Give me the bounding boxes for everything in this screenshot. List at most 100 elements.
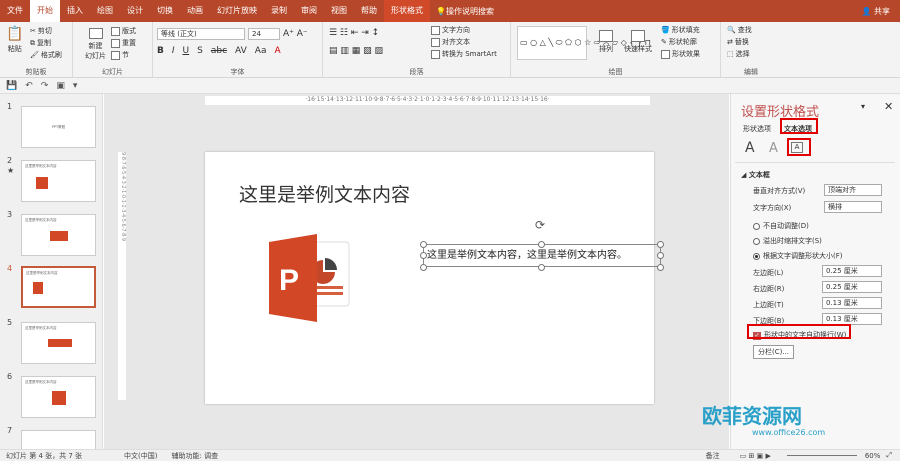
tab-home[interactable]: 开始 [30,0,60,22]
pane-options-icon[interactable]: ▾ [861,102,865,111]
cut-button[interactable]: ✂ 剪切 [30,26,52,36]
copy-button[interactable]: ⧉ 复制 [30,38,51,48]
right-margin-input[interactable]: 0.25 厘米 [822,281,882,293]
radio-shrink[interactable]: 溢出时缩排文字(S) [753,236,822,246]
tab-shape-format[interactable]: 形状格式 [384,0,430,22]
text-direction-button[interactable]: 文字方向 [431,25,470,35]
resize-handle[interactable] [420,252,427,259]
redo-icon[interactable]: ↷ [41,81,49,91]
arrange-button[interactable]: 排列 [599,30,613,54]
smartart-button[interactable]: 转换为 SmartArt [431,49,497,59]
strikethrough-button[interactable]: abc [211,46,227,56]
bold-button[interactable]: B [157,46,164,56]
thumb-number: 7 [7,426,13,435]
customize-qat-icon[interactable]: ▾ [73,81,78,91]
resize-handle[interactable] [420,241,427,248]
shapes-gallery[interactable]: ▭ ○ △ ╲ ⬭ ⬠ ⬡ ☆ ⇨ ⌒ ▱ ◇ { } ⊓ [517,26,651,60]
radio-resize-shape[interactable]: 根据文字调整形状大小(F) [753,251,843,261]
font-color-button[interactable]: A [274,46,280,56]
section-textbox[interactable]: ◢ 文本框 [741,170,770,180]
close-icon[interactable]: ✕ [884,100,893,113]
change-case-button[interactable]: Aa [255,46,267,56]
columns-button[interactable]: 分栏(C)... [753,345,795,359]
tab-shape-options[interactable]: 形状选项 [743,124,771,134]
underline-button[interactable]: U [183,46,190,56]
resize-handle[interactable] [657,252,664,259]
slide[interactable]: 这里是举例文本内容 P 这里是举例文本内容，这里是举例文本内容。 ⟳ [205,152,664,404]
slide-thumbnail[interactable]: 这里是举例文本内容 [21,322,96,364]
undo-icon[interactable]: ↶ [25,81,33,91]
tab-help[interactable]: 帮助 [354,0,384,22]
resize-handle[interactable] [538,264,545,271]
slide-thumbnail[interactable]: 这里是举例文本内容 [21,214,96,256]
tab-draw[interactable]: 绘图 [90,0,120,22]
notes-button[interactable]: 备注 [706,451,720,461]
shape-effects-button[interactable]: 形状效果 [661,49,700,59]
paste-button[interactable]: 📋 粘贴 [6,26,23,54]
shape-outline-label: 形状轮廓 [668,38,697,46]
status-bar: 幻灯片 第 4 张，共 7 张 中文(中国) 辅助功能: 调查 备注 ▭ ⊞ ▣… [0,449,900,461]
resize-handle[interactable] [657,241,664,248]
format-painter-button[interactable]: 🖌 格式刷 [30,50,62,60]
radio-no-autofit[interactable]: 不自动调整(D) [753,221,809,231]
shadow-button[interactable]: S [197,46,203,56]
resize-handle[interactable] [420,264,427,271]
layout-button[interactable]: 版式 [111,26,136,36]
left-margin-input[interactable]: 0.25 厘米 [822,265,882,277]
list-buttons[interactable]: ☰ ☷ ⇤ ⇥ ↕ [329,28,379,38]
align-text-button[interactable]: 对齐文本 [431,37,470,47]
zoom-slider[interactable] [786,455,857,456]
tab-design[interactable]: 设计 [120,0,150,22]
tab-record[interactable]: 录制 [264,0,294,22]
accessibility-status[interactable]: 辅助功能: 调查 [172,451,219,461]
replace-button[interactable]: ⇄ 替换 [727,37,749,47]
font-name-combo[interactable]: 等线 (正文) [157,28,245,40]
tab-slideshow[interactable]: 幻灯片放映 [210,0,264,22]
find-button[interactable]: 🔍 查找 [727,25,752,35]
tab-transitions[interactable]: 切换 [150,0,180,22]
fit-slide-icon[interactable]: ⤢ [886,451,892,460]
slide-thumbnail[interactable] [21,430,96,449]
slide-thumbnail[interactable]: 这里是举例文本内容 [21,160,96,202]
slide-title[interactable]: 这里是举例文本内容 [239,180,410,207]
slide-thumbnail[interactable]: 这里是举例文本内容 [21,376,96,418]
resize-handle[interactable] [657,264,664,271]
text-fill-icon[interactable]: A [745,140,755,156]
zoom-level[interactable]: 60% [865,452,881,460]
font-size-combo[interactable]: 24 [248,28,280,40]
slide-thumbnail-selected[interactable]: 这里是举例文本内容 [21,266,96,308]
tab-review[interactable]: 审阅 [294,0,324,22]
char-spacing-button[interactable]: AV [235,46,247,56]
tab-file[interactable]: 文件 [0,0,30,22]
shape-outline-button[interactable]: ✎ 形状轮廓 [661,37,697,47]
share-button[interactable]: 👤 共享 [861,6,890,17]
align-buttons[interactable]: ▤ ▥ ▦ ▧ ▨ [329,46,383,56]
select-button[interactable]: ⬚ 选择 [727,49,750,59]
section-button[interactable]: 节 [111,50,129,60]
valign-select[interactable]: 顶端对齐 [824,184,882,196]
top-margin-input[interactable]: 0.13 厘米 [822,297,882,309]
smartart-label: 转换为 SmartArt [442,50,497,58]
rotate-handle-icon[interactable]: ⟳ [535,218,545,232]
slide-thumbnail[interactable]: PPT教程 [21,106,96,148]
resize-handle[interactable] [538,241,545,248]
save-icon[interactable]: 💾 [6,81,17,91]
tab-animations[interactable]: 动画 [180,0,210,22]
reset-button[interactable]: 重置 [111,38,136,48]
tab-view[interactable]: 视图 [324,0,354,22]
start-from-beginning-icon[interactable]: ▣ [56,81,65,91]
view-buttons[interactable]: ▭ ⊞ ▣ ▶ [740,452,771,460]
language-status[interactable]: 中文(中国) [124,451,157,461]
tab-insert[interactable]: 插入 [60,0,90,22]
shape-fill-button[interactable]: 🪣 形状填充 [661,25,700,35]
thumb-text: 这里是举例文本内容 [25,326,57,330]
font-grow-shrink[interactable]: A⁺ A⁻ [283,29,308,39]
tell-me-search[interactable]: 💡 操作说明搜索 [436,6,494,17]
textdir-select[interactable]: 横排 [824,201,882,213]
italic-button[interactable]: I [172,46,175,56]
text-effects-icon[interactable]: A [769,141,778,156]
format-shape-pane: 设置形状格式 ▾ ✕ 形状选项 文本选项 A A A ◢ 文本框 垂直对齐方式(… [730,94,900,449]
new-slide-button[interactable]: 新建 幻灯片 [85,28,106,61]
quick-styles-button[interactable]: 快速样式 [624,30,652,54]
shape-fill-label: 形状填充 [671,26,700,34]
